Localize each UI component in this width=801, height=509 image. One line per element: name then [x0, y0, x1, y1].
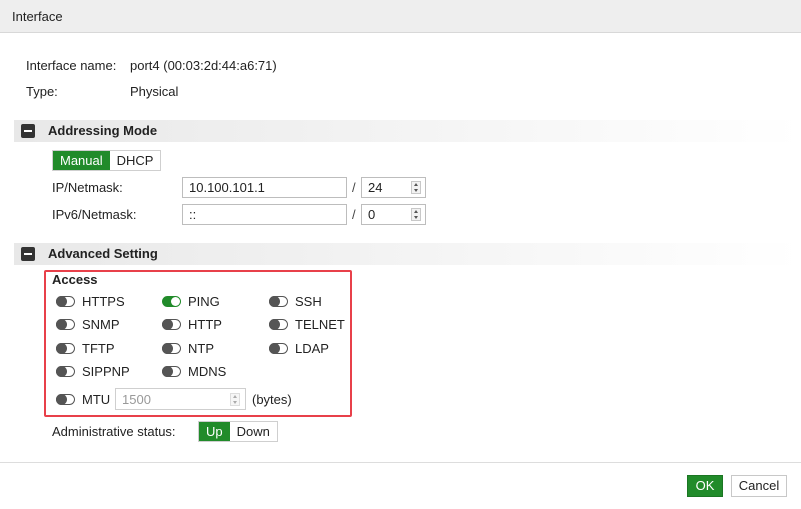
- cancel-button[interactable]: Cancel: [731, 475, 787, 497]
- toggle-label: PING: [188, 293, 220, 309]
- mtu-stepper[interactable]: 1500: [115, 388, 246, 410]
- ipv6-netmask-stepper[interactable]: 0: [361, 204, 426, 225]
- mtu-value: 1500: [122, 392, 151, 407]
- toggle-http[interactable]: HTTP: [162, 315, 222, 333]
- netmask-value: 24: [368, 180, 383, 195]
- stepper-arrows-icon[interactable]: [230, 393, 240, 406]
- toggle-ntp[interactable]: NTP: [162, 339, 214, 357]
- toggle-switch-icon[interactable]: [162, 342, 181, 354]
- mtu-label: MTU: [82, 391, 111, 407]
- footer-divider: [0, 462, 801, 463]
- toggle-label: SNMP: [82, 316, 120, 332]
- collapse-icon[interactable]: [21, 247, 35, 261]
- toggle-label: SSH: [295, 293, 322, 309]
- toggle-switch-icon[interactable]: [269, 342, 288, 354]
- toggle-switch-icon[interactable]: [56, 295, 75, 307]
- dialog-header: Interface: [0, 0, 801, 33]
- toggle-label: TFTP: [82, 340, 115, 356]
- toggle-label: MDNS: [188, 363, 227, 379]
- toggle-label: HTTP: [188, 316, 222, 332]
- ipv6-netmask-separator: /: [352, 207, 356, 222]
- mode-dhcp-button[interactable]: DHCP: [109, 151, 161, 170]
- toggle-https[interactable]: HTTPS: [56, 292, 125, 310]
- toggle-switch-icon[interactable]: [162, 295, 181, 307]
- toggle-telnet[interactable]: TELNET: [269, 315, 345, 333]
- toggle-switch-icon[interactable]: [56, 365, 75, 377]
- toggle-label: NTP: [188, 340, 214, 356]
- toggle-label: TELNET: [295, 316, 345, 332]
- toggle-sippnp[interactable]: SIPPNP: [56, 362, 130, 380]
- type-label: Type:: [26, 84, 58, 99]
- type-value: Physical: [130, 84, 179, 99]
- toggle-switch-icon[interactable]: [56, 318, 75, 330]
- admin-status-down-button[interactable]: Down: [229, 422, 277, 441]
- toggle-snmp[interactable]: SNMP: [56, 315, 120, 333]
- advanced-setting-section-header[interactable]: Advanced Setting: [14, 243, 801, 265]
- toggle-ssh[interactable]: SSH: [269, 292, 322, 310]
- toggle-label: HTTPS: [82, 293, 125, 309]
- admin-status-selector[interactable]: Up Down: [198, 421, 278, 442]
- mtu-unit: (bytes): [252, 392, 292, 407]
- toggle-switch-icon[interactable]: [269, 318, 288, 330]
- toggle-switch-icon[interactable]: [162, 365, 181, 377]
- ipv6-netmask-label: IPv6/Netmask:: [52, 207, 137, 222]
- advanced-setting-title: Advanced Setting: [48, 246, 158, 261]
- collapse-icon[interactable]: [21, 124, 35, 138]
- toggle-ping[interactable]: PING: [162, 292, 220, 310]
- toggle-switch-icon[interactable]: [56, 342, 75, 354]
- stepper-arrows-icon[interactable]: [411, 181, 421, 194]
- admin-status-up-button[interactable]: Up: [199, 422, 230, 441]
- addressing-mode-selector[interactable]: Manual DHCP: [52, 150, 162, 171]
- toggle-switch-icon[interactable]: [162, 318, 181, 330]
- access-title: Access: [52, 272, 98, 287]
- interface-name-label: Interface name:: [26, 58, 117, 73]
- ok-button[interactable]: OK: [687, 475, 723, 497]
- netmask-stepper[interactable]: 24: [361, 177, 426, 198]
- netmask-separator: /: [352, 180, 356, 195]
- ip-address-input[interactable]: [182, 177, 347, 198]
- dialog-title: Interface: [12, 9, 63, 24]
- mode-manual-button[interactable]: Manual: [53, 151, 110, 170]
- toggle-label: LDAP: [295, 340, 329, 356]
- toggle-tftp[interactable]: TFTP: [56, 339, 115, 357]
- toggle-switch-icon[interactable]: [269, 295, 288, 307]
- ip-netmask-label: IP/Netmask:: [52, 180, 123, 195]
- toggle-switch-icon[interactable]: [56, 393, 75, 405]
- toggle-mdns[interactable]: MDNS: [162, 362, 226, 380]
- addressing-mode-title: Addressing Mode: [48, 123, 158, 138]
- ipv6-address-input[interactable]: [182, 204, 347, 225]
- admin-status-label: Administrative status:: [52, 424, 176, 439]
- addressing-mode-section-header[interactable]: Addressing Mode: [14, 120, 801, 142]
- toggle-label: SIPPNP: [82, 363, 130, 379]
- interface-name-value: port4 (00:03:2d:44:a6:71): [130, 58, 277, 73]
- toggle-mtu[interactable]: MTU: [56, 390, 110, 408]
- ipv6-netmask-value: 0: [368, 207, 376, 222]
- stepper-arrows-icon[interactable]: [411, 208, 421, 221]
- toggle-ldap[interactable]: LDAP: [269, 339, 329, 357]
